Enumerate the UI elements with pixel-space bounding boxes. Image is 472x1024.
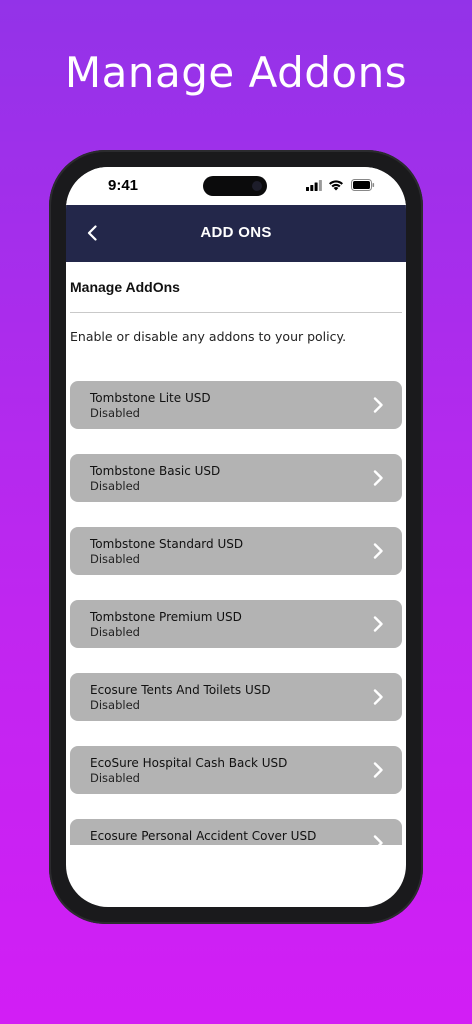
chevron-right-icon <box>373 762 383 778</box>
addon-name: Tombstone Premium USD <box>90 610 242 624</box>
addon-status: Disabled <box>90 406 140 420</box>
chevron-right-icon <box>373 397 383 413</box>
chevron-right-icon <box>373 470 383 486</box>
addon-item-tombstone-standard[interactable]: Tombstone Standard USD Disabled <box>70 527 402 575</box>
addon-item-ecosure-personal-accident[interactable]: Ecosure Personal Accident Cover USD <box>70 819 402 845</box>
chevron-right-icon <box>373 835 383 845</box>
addon-item-tombstone-premium[interactable]: Tombstone Premium USD Disabled <box>70 600 402 648</box>
addon-item-ecosure-hospital-cash-back[interactable]: EcoSure Hospital Cash Back USD Disabled <box>70 746 402 794</box>
addon-name: Ecosure Personal Accident Cover USD <box>90 829 317 843</box>
addon-item-tombstone-basic[interactable]: Tombstone Basic USD Disabled <box>70 454 402 502</box>
promo-title: Manage Addons <box>64 48 408 97</box>
addon-name: Tombstone Basic USD <box>90 464 221 478</box>
addon-name: Tombstone Standard USD <box>90 537 244 551</box>
addon-status: Disabled <box>90 552 140 566</box>
phone-screen: 9:41 ADD ONS Manage AddOns Enable or dis… <box>66 167 406 907</box>
addon-name: Ecosure Tents And Toilets USD <box>90 683 271 697</box>
chevron-right-icon <box>373 689 383 705</box>
page-description: Enable or disable any addons to your pol… <box>70 329 347 344</box>
chevron-right-icon <box>373 543 383 559</box>
addon-status: Disabled <box>90 698 140 712</box>
divider <box>70 312 402 313</box>
addon-status: Disabled <box>90 625 140 639</box>
addon-name: EcoSure Hospital Cash Back USD <box>90 756 288 770</box>
page-heading: Manage AddOns <box>70 279 180 295</box>
addon-item-ecosure-tents-toilets[interactable]: Ecosure Tents And Toilets USD Disabled <box>70 673 402 721</box>
addon-list[interactable]: Manage AddOns Enable or disable any addo… <box>66 167 406 845</box>
addon-item-tombstone-lite[interactable]: Tombstone Lite USD Disabled <box>70 381 402 429</box>
chevron-right-icon <box>373 616 383 632</box>
addon-name: Tombstone Lite USD <box>90 391 211 405</box>
addon-status: Disabled <box>90 479 140 493</box>
addon-status: Disabled <box>90 771 140 785</box>
